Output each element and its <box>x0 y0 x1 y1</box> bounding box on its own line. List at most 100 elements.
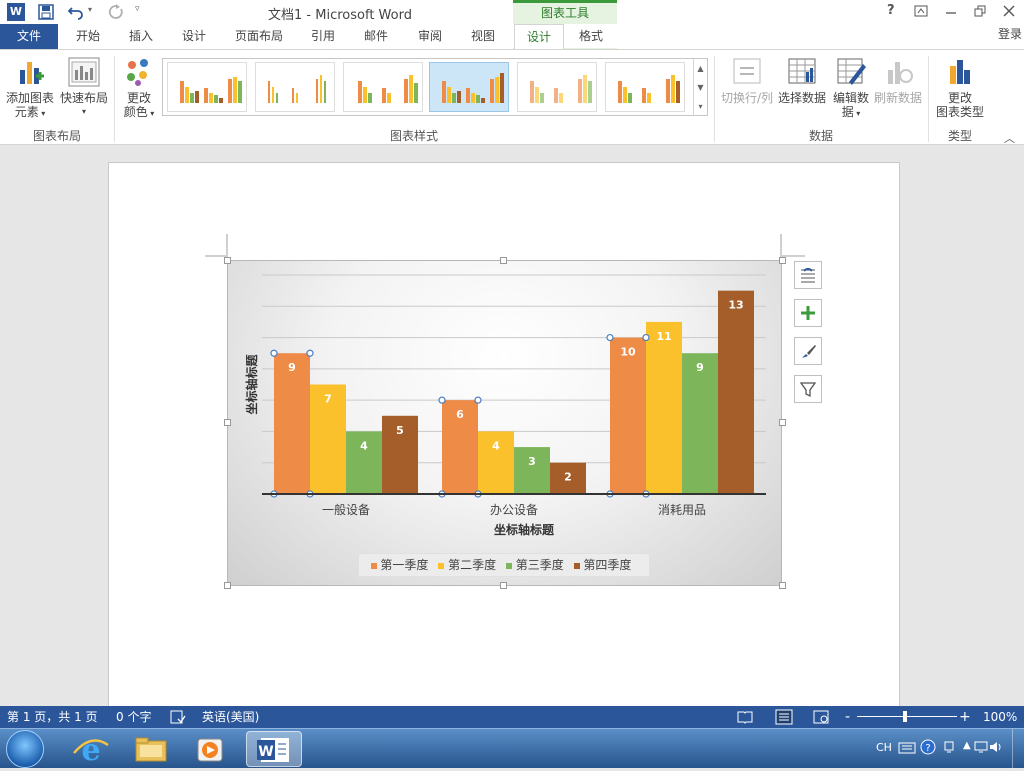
tab-chart-design[interactable]: 设计 <box>514 24 564 49</box>
tab-references[interactable]: 引用 <box>298 24 348 49</box>
show-desktop-button[interactable] <box>1012 729 1024 769</box>
edit-data-button[interactable]: 编辑数 据 ▾ <box>830 56 872 121</box>
volume-icon[interactable] <box>988 739 1004 755</box>
web-layout-icon[interactable] <box>813 710 829 724</box>
bar[interactable] <box>682 353 718 494</box>
ie-taskbar-button[interactable]: e <box>64 731 118 768</box>
chart-styles-button[interactable] <box>794 337 822 365</box>
chart-elements-button[interactable] <box>794 299 822 327</box>
refresh-data-button[interactable]: 刷新数据 <box>872 56 924 105</box>
bar[interactable] <box>718 290 754 494</box>
data-label: 4 <box>492 439 500 452</box>
start-button[interactable] <box>6 730 44 768</box>
switch-row-column-button[interactable]: 切换行/列 <box>718 56 776 105</box>
chart-style-6[interactable] <box>605 62 685 112</box>
redo-icon[interactable] <box>108 4 124 20</box>
filter-icon <box>799 382 817 398</box>
ime-indicator[interactable]: CH <box>876 741 892 754</box>
help-icon[interactable]: ? <box>887 3 895 18</box>
tab-home[interactable]: 开始 <box>62 24 114 49</box>
resize-handle[interactable] <box>779 257 786 264</box>
tab-chart-format[interactable]: 格式 <box>566 24 616 49</box>
word-count[interactable]: 0 个字 <box>116 706 151 728</box>
chart-style-5[interactable] <box>517 62 597 112</box>
page-count[interactable]: 第 1 页，共 1 页 <box>7 706 98 728</box>
zoom-in-button[interactable]: + <box>959 706 971 728</box>
switch-row-column-label: 切换行/列 <box>720 91 774 105</box>
print-layout-icon[interactable] <box>775 709 793 725</box>
zoom-slider-thumb[interactable] <box>903 711 907 722</box>
keyboard-icon[interactable] <box>898 741 916 755</box>
chart-style-2[interactable] <box>255 62 335 112</box>
show-hidden-icons-icon[interactable]: ▲ <box>963 740 971 751</box>
chart-style-4-selected[interactable] <box>429 62 509 112</box>
resize-handle[interactable] <box>224 582 231 589</box>
bar[interactable] <box>274 353 310 494</box>
legend-item[interactable]: 第一季度 <box>370 554 428 576</box>
data-label: 10 <box>620 346 636 359</box>
zoom-slider[interactable] <box>857 716 957 717</box>
settings-tray-icon[interactable] <box>942 739 956 755</box>
add-chart-element-button[interactable]: 添加图表 元素 ▾ <box>4 56 56 121</box>
undo-dropdown-icon[interactable]: ▾ <box>88 5 92 14</box>
save-icon[interactable] <box>38 4 54 20</box>
read-mode-icon[interactable] <box>737 710 753 724</box>
bar-chart[interactable]: 9745一般设备6432办公设备1011913消耗用品坐标轴标题坐标轴标题 <box>228 261 781 585</box>
zoom-level[interactable]: 100% <box>983 706 1017 728</box>
x-axis-title[interactable]: 坐标轴标题 <box>494 522 555 537</box>
category-label: 消耗用品 <box>658 503 706 517</box>
change-colors-button[interactable]: 更改 颜色 ▾ <box>118 56 160 121</box>
gallery-more-icon[interactable]: ▾ <box>693 97 707 116</box>
word-logo-icon[interactable]: W <box>7 3 25 21</box>
legend-item[interactable]: 第四季度 <box>573 554 631 576</box>
change-chart-type-label: 更改 <box>947 91 972 105</box>
legend-item[interactable]: 第二季度 <box>438 554 496 576</box>
bar[interactable] <box>610 337 646 494</box>
chart-style-1[interactable] <box>167 62 247 112</box>
resize-handle[interactable] <box>224 419 231 426</box>
undo-icon[interactable] <box>67 4 85 20</box>
tab-page-layout[interactable]: 页面布局 <box>222 24 296 49</box>
close-icon[interactable] <box>1002 4 1016 18</box>
legend-item[interactable]: 第三季度 <box>505 554 564 576</box>
media-player-taskbar-button[interactable] <box>184 731 238 767</box>
chart-style-3[interactable] <box>343 62 423 112</box>
tab-file[interactable]: 文件 <box>0 24 58 49</box>
chart-area[interactable]: 9 7 4 5 一般设备 6 4 3 2 办公设备 10 11 9 13 消耗用品 坐标轴标题 坐标轴标题 第一… <box>227 260 782 586</box>
gallery-scroll-down-icon[interactable]: ▼ <box>693 78 707 97</box>
layout-options-button[interactable] <box>794 261 822 289</box>
proofing-icon[interactable] <box>170 710 186 724</box>
quick-layout-button[interactable]: 快速布局 ▾ <box>58 56 110 119</box>
change-chart-type-button[interactable]: 更改 图表类型 <box>932 56 988 119</box>
language[interactable]: 英语(美国) <box>202 706 259 728</box>
gallery-scroll-up-icon[interactable]: ▲ <box>693 59 707 78</box>
zoom-out-button[interactable]: - <box>845 706 850 728</box>
resize-handle[interactable] <box>500 582 507 589</box>
resize-handle[interactable] <box>779 419 786 426</box>
bar[interactable] <box>646 321 682 494</box>
chart-filters-button[interactable] <box>794 375 822 403</box>
select-data-icon <box>788 58 816 84</box>
tab-design[interactable]: 设计 <box>168 24 220 49</box>
tab-review[interactable]: 审阅 <box>404 24 456 49</box>
sign-in-link[interactable]: 登录 <box>990 22 1024 47</box>
legend[interactable]: 第一季度 第二季度 第三季度 第四季度 <box>358 553 650 577</box>
select-data-button[interactable]: 选择数据 <box>776 56 828 105</box>
network-icon[interactable] <box>974 740 988 754</box>
y-axis-title[interactable]: 坐标轴标题 <box>244 354 259 415</box>
minimize-icon[interactable] <box>944 5 958 19</box>
tab-mailings[interactable]: 邮件 <box>350 24 402 49</box>
help-tray-icon[interactable]: ? <box>920 739 936 755</box>
collapse-ribbon-icon[interactable]: ︿ <box>1004 130 1015 146</box>
restore-icon[interactable] <box>973 4 987 18</box>
explorer-taskbar-button[interactable] <box>124 731 178 767</box>
word-taskbar-button[interactable]: W <box>246 731 302 767</box>
resize-handle[interactable] <box>224 257 231 264</box>
group-label-chart-styles: 图表样式 <box>389 129 438 143</box>
resize-handle[interactable] <box>779 582 786 589</box>
ribbon-display-options-icon[interactable] <box>914 5 928 17</box>
resize-handle[interactable] <box>500 257 507 264</box>
tab-insert[interactable]: 插入 <box>116 24 166 49</box>
tab-view[interactable]: 视图 <box>458 24 508 49</box>
customize-qat-icon[interactable]: ▿ <box>135 4 140 14</box>
